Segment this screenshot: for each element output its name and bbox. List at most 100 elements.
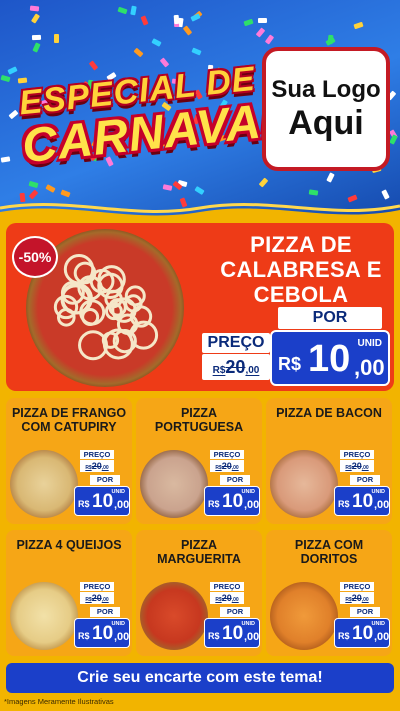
confetti-piece <box>308 188 319 196</box>
new-price: UNID R$ 10,00 <box>204 618 260 648</box>
unid-label: UNID <box>241 489 255 495</box>
old-price-dec: ,00 <box>361 465 369 471</box>
old-price: R$20,00 <box>210 592 244 604</box>
logo-line-2: Aqui <box>288 103 364 142</box>
product-card[interactable]: PIZZA COM DORITOS PREÇO R$20,00 POR UNID R$ 10… <box>266 530 392 656</box>
old-price-dec: ,00 <box>101 465 109 471</box>
new-price: UNID R$ 10,00 <box>74 486 130 516</box>
new-price-dec: ,00 <box>244 499 260 511</box>
preco-label: PREÇO <box>210 450 244 459</box>
new-currency: R$ <box>208 499 220 509</box>
unid-label: UNID <box>111 489 125 495</box>
featured-preco-label: PREÇO <box>202 333 270 353</box>
old-price: R$20,00 <box>340 592 374 604</box>
onion-ring <box>78 330 109 361</box>
old-price: R$20,00 <box>80 592 114 604</box>
new-price-int: 10 <box>92 623 114 644</box>
confetti-piece <box>32 42 41 53</box>
confetti-piece <box>150 37 162 47</box>
new-price-int: 10 <box>222 623 244 644</box>
confetti-piece <box>162 184 173 192</box>
old-price: R$20,00 <box>80 460 114 472</box>
confetti-piece <box>325 36 336 46</box>
old-price-int: 20 <box>225 357 246 377</box>
pizza-image <box>270 582 338 650</box>
confetti-piece <box>326 172 335 183</box>
por-label: POR <box>350 475 380 485</box>
new-price: UNID R$ 10,00 <box>204 486 260 516</box>
confetti-piece <box>18 77 28 84</box>
por-label: POR <box>220 607 250 617</box>
old-price-dec: ,00 <box>231 465 239 471</box>
confetti-piece <box>0 156 11 163</box>
new-price: UNID R$ 10,00 <box>334 618 390 648</box>
old-price: R$20,00 <box>340 460 374 472</box>
old-price-dec: ,00 <box>231 597 239 603</box>
confetti-piece <box>88 60 99 71</box>
new-price-dec: ,00 <box>114 499 130 511</box>
unid-label: UNID <box>357 338 382 349</box>
product-name: PIZZA MARGUERITA <box>157 538 241 567</box>
confetti-piece <box>140 15 149 26</box>
confetti-piece <box>129 5 137 15</box>
image-disclaimer: *Imagens Meramente Ilustrativas <box>4 697 114 706</box>
unid-label: UNID <box>111 621 125 627</box>
confetti-piece <box>0 74 11 82</box>
old-price: R$20,00 <box>210 460 244 472</box>
old-currency: R$ <box>212 365 226 376</box>
old-price-int: 20 <box>351 593 362 603</box>
new-currency: R$ <box>278 354 302 374</box>
create-flyer-button[interactable]: Crie seu encarte com este tema! <box>6 663 394 693</box>
new-currency: R$ <box>338 631 350 641</box>
new-price-dec: ,00 <box>114 631 130 643</box>
confetti-piece <box>31 35 41 41</box>
featured-new-price: UNID R$ 10 ,00 <box>270 330 390 386</box>
new-price-dec: ,00 <box>244 631 260 643</box>
featured-offer[interactable]: PIZZA DE CALABRESA E CEBOLA PREÇO R$20,0… <box>6 223 394 391</box>
page-title: ESPECIAL DE CARNAVAL <box>16 60 294 175</box>
new-price: UNID R$ 10,00 <box>74 618 130 648</box>
confetti-piece <box>30 5 40 12</box>
por-label: POR <box>350 607 380 617</box>
old-price-int: 20 <box>221 461 232 471</box>
por-label: POR <box>90 475 120 485</box>
product-card[interactable]: PIZZA DE FRANGO COM CATUPIRY PREÇO R$20,00… <box>6 398 132 524</box>
discount-badge: -50% <box>12 236 58 278</box>
product-name: PIZZA COM DORITOS <box>294 538 364 567</box>
new-price-dec: ,00 <box>354 355 385 380</box>
confetti-piece <box>60 189 71 198</box>
new-price-dec: ,00 <box>374 499 390 511</box>
product-name: PIZZA PORTUGUESA <box>154 406 244 435</box>
featured-por-label: POR <box>278 307 382 329</box>
confetti-piece <box>257 17 267 23</box>
pizza-image <box>10 450 78 518</box>
por-label: POR <box>90 607 120 617</box>
old-price-dec: ,00 <box>101 597 109 603</box>
preco-label: PREÇO <box>210 582 244 591</box>
product-card[interactable]: PIZZA MARGUERITA PREÇO R$20,00 POR UNID R$ 10,… <box>136 530 262 656</box>
product-card[interactable]: PIZZA 4 QUEIJOS PREÇO R$20,00 POR UNID R$ 10,0… <box>6 530 132 656</box>
confetti-piece <box>243 18 255 26</box>
new-price-int: 10 <box>352 491 374 512</box>
confetti-piece <box>8 109 19 120</box>
preco-label: PREÇO <box>340 582 374 591</box>
product-name: PIZZA DE BACON <box>276 406 382 420</box>
carnival-banner: ESPECIAL DE CARNAVAL Sua Logo Aqui <box>0 0 400 220</box>
confetti-piece <box>194 185 205 195</box>
product-card[interactable]: PIZZA PORTUGUESA PREÇO R$20,00 POR UNID R$ 10,… <box>136 398 262 524</box>
old-price-int: 20 <box>91 593 102 603</box>
confetti-piece <box>30 13 40 24</box>
product-card[interactable]: PIZZA DE BACON PREÇO R$20,00 POR UNID R$ 10,00 <box>266 398 392 524</box>
por-label: POR <box>220 475 250 485</box>
logo-placeholder: Sua Logo Aqui <box>262 47 390 171</box>
new-currency: R$ <box>78 499 90 509</box>
confetti-piece <box>173 15 180 25</box>
product-name: PIZZA 4 QUEIJOS <box>16 538 122 552</box>
old-price-int: 20 <box>91 461 102 471</box>
new-price-int: 10 <box>352 623 374 644</box>
new-price-int: 10 <box>92 491 114 512</box>
preco-label: PREÇO <box>340 450 374 459</box>
logo-line-1: Sua Logo <box>271 75 381 103</box>
old-price-int: 20 <box>221 593 232 603</box>
confetti-piece <box>133 47 144 57</box>
